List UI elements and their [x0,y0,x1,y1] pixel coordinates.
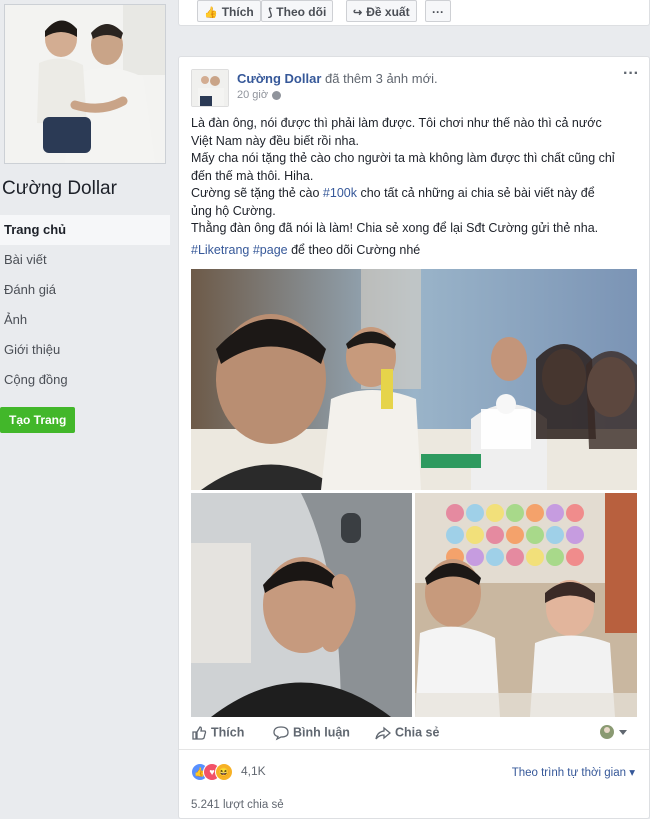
nav-item-posts[interactable]: Bài viết [0,245,170,275]
post-line: Cường sẽ tặng thẻ cào #100k cho tất cả n… [191,185,641,203]
photo-grid [191,269,637,717]
share-arrow-icon: ↪ [353,7,363,19]
thumbs-up-icon: 👍 [204,7,218,19]
post-text-segment: cho tất cả những ai chia sẻ bài viết này… [356,186,595,200]
post-text: Là đàn ông, nói được thì phải làm được. … [191,115,641,259]
thumbs-up-icon [192,726,207,740]
hashtag-liketrang[interactable]: #Liketrang [191,243,249,257]
nav-item-reviews[interactable]: Đánh giá [0,275,170,305]
post-text-segment: để theo dõi Cường nhé [287,242,421,257]
comment-button[interactable]: Bình luận [273,725,350,741]
share-icon [375,726,392,740]
like-page-label: Thích [221,5,254,19]
follow-button[interactable]: ⟆ Theo dõi [261,0,334,22]
post-card: Cường Dollar đã thêm 3 ảnh mới. 20 giờ ·… [178,56,650,819]
share-label: Chia sẻ [395,725,440,740]
author-name[interactable]: Cường Dollar [237,71,321,86]
comment-order-label: Theo trình tự thời gian [511,767,627,779]
rss-icon: ⟆ [268,7,273,19]
nav-item-home[interactable]: Trang chủ [0,215,170,245]
page-action-bar: 👍 Thích ⟆ Theo dõi ↪ Đề xuất ··· [178,0,650,26]
avatar-dropdown-icon [600,725,627,739]
suggest-button[interactable]: ↪ Đề xuất [346,0,417,22]
reaction-count: 4,1K [241,764,266,778]
post-line: Thằng đàn ông đã nói là làm! Chia sẻ xon… [191,221,599,235]
hashtag-100k[interactable]: #100k [323,186,357,200]
post-header: Cường Dollar đã thêm 3 ảnh mới. [237,71,438,86]
post-timestamp[interactable]: 20 giờ [237,89,282,101]
post-line: đến thế mà thôi. Hiha. [191,168,314,183]
comment-order-selector[interactable]: Theo trình tự thời gian ▾ [512,765,635,779]
like-button[interactable]: Thích [191,725,244,741]
globe-icon [272,90,282,100]
post-line: Việt Nam này đều biết rồi nha. [191,133,359,148]
post-options-button[interactable]: ··· [623,65,639,83]
author-avatar[interactable] [191,69,229,107]
post-text-segment: Cường sẽ tặng thẻ cào [191,186,323,200]
create-page-button[interactable]: Tạo Trang [0,407,76,433]
more-options-button[interactable]: ··· [425,0,451,22]
suggest-label: Đề xuất [366,5,410,19]
comment-label: Bình luận [293,725,350,740]
profile-picture[interactable] [4,4,166,164]
post-photo-airplane[interactable] [191,493,412,717]
nav-item-about[interactable]: Giới thiệu [0,335,170,365]
like-page-button[interactable]: 👍 Thích [197,0,261,22]
react-as-selector[interactable] [599,724,633,740]
post-line: Là đàn ông, nói được thì phải làm được. … [191,116,602,130]
chevron-down-icon: ▾ [629,767,635,779]
share-button[interactable]: Chia sẻ [375,725,439,741]
haha-reaction-icon: 😆 [215,763,233,781]
nav-item-photos[interactable]: Ảnh [0,305,170,335]
post-action-bar: Thích Bình luận Chia sẻ [179,717,649,750]
page-nav: Trang chủ Bài viết Đánh giá Ảnh Giới thi… [0,215,170,395]
post-time: 20 giờ [237,89,269,101]
follow-label: Theo dõi [276,5,327,19]
like-label: Thích [211,725,245,740]
post-line: #Liketrang #page để theo dõi Cường nhé [191,242,641,260]
comment-icon [273,726,289,741]
hashtag-page[interactable]: #page [253,243,288,257]
left-sidebar: Cường Dollar Trang chủ Bài viết Đánh giá… [0,0,178,817]
post-photo-event[interactable] [191,269,637,490]
nav-item-community[interactable]: Cộng đồng [0,365,170,395]
post-action-text: đã thêm 3 ảnh mới. [325,71,438,86]
post-line: Mấy cha nói tặng thẻ cào cho người ta mà… [191,151,615,165]
page-name[interactable]: Cường Dollar [2,178,117,200]
post-photo-cafe[interactable] [415,493,637,717]
post-line: ủng hộ Cường. [191,203,276,218]
share-count[interactable]: 5.241 lượt chia sẻ [191,799,284,811]
